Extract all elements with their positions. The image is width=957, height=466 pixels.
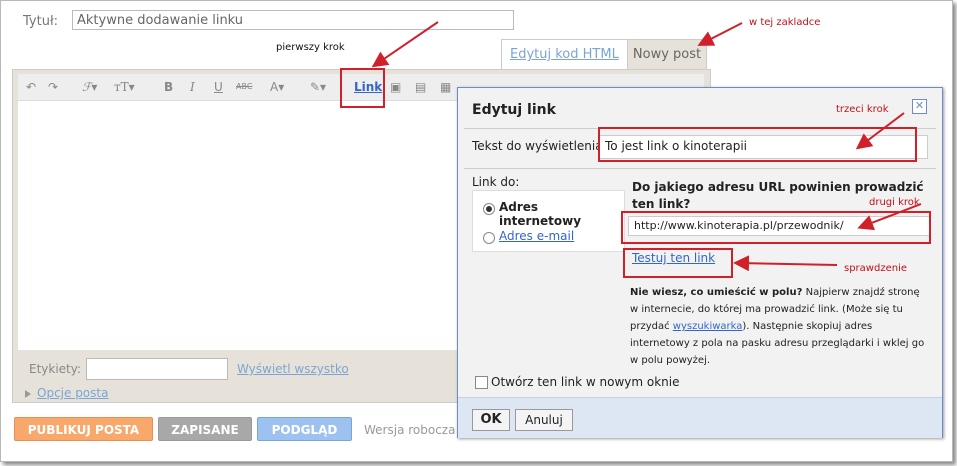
arrow-check — [733, 255, 838, 272]
screenshot-frame: Tytuł: Aktywne dodawanie linku Edytuj ko… — [0, 0, 953, 462]
arrow-step2 — [857, 203, 922, 231]
arrow-tab-hint — [697, 22, 743, 46]
annotation-arrows — [371, 21, 922, 272]
arrow-step1 — [371, 21, 439, 68]
arrow-step3 — [855, 112, 905, 150]
